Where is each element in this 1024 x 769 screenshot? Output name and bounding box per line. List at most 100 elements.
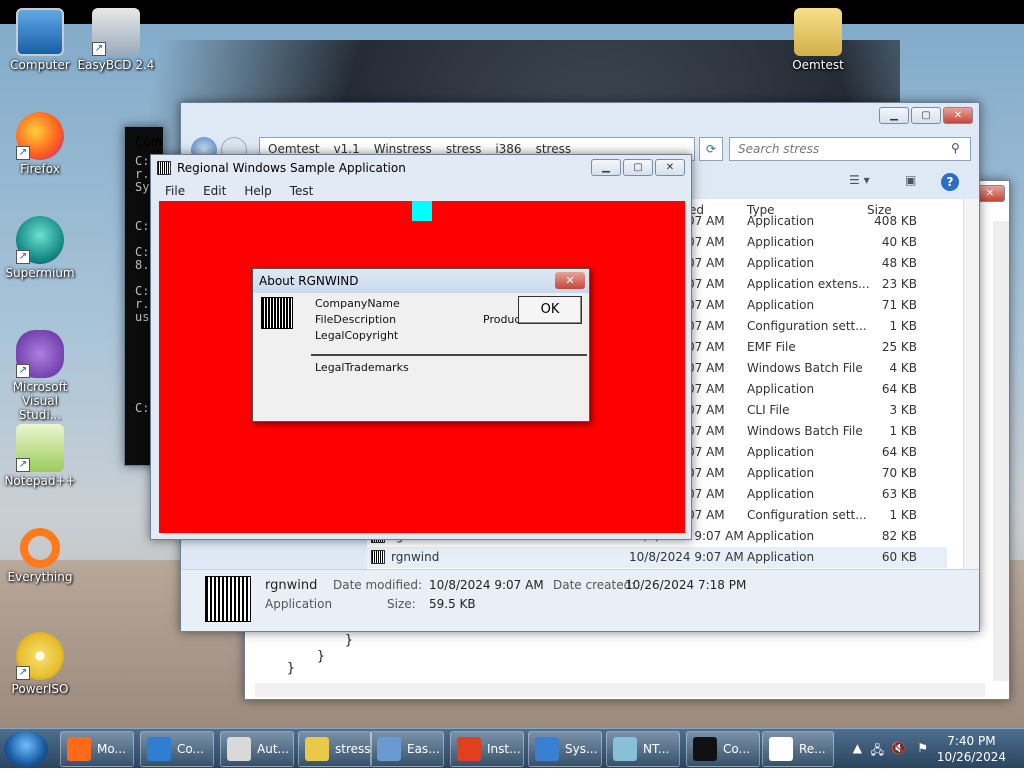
desktop-icon-label: EasyBCD 2.4	[77, 58, 155, 72]
file-type: CLI File	[747, 403, 790, 417]
taskbar-button-rgnwind[interactable]: Re...	[762, 731, 834, 767]
desktop-icon-visual-studio[interactable]: ↗ Microsoft Visual Studi...	[0, 330, 80, 422]
computer-icon	[16, 8, 64, 56]
shortcut-arrow-icon: ↗	[16, 364, 30, 378]
close-button[interactable]: ✕	[943, 107, 973, 124]
installer-icon	[457, 737, 481, 761]
menu-help[interactable]: Help	[244, 184, 271, 198]
taskbar-button-label: Sys...	[565, 742, 598, 756]
file-date: 07 AM	[687, 298, 725, 312]
taskbar-button-easybcd[interactable]: Eas...	[370, 731, 444, 767]
file-type: Application	[747, 382, 815, 396]
taskbar-button-console[interactable]: Co...	[686, 731, 760, 767]
desktop-icon-poweriso[interactable]: ↗ PowerISO	[0, 632, 80, 696]
ok-button[interactable]: OK	[518, 296, 582, 324]
code-brace: }	[345, 633, 353, 648]
desktop-icon-computer[interactable]: Computer	[0, 8, 80, 72]
taskbar: Mo... Co... Aut... stress Eas... Inst... Sys..…	[0, 728, 1024, 768]
desktop-icon-firefox[interactable]: ↗ Firefox	[0, 112, 80, 176]
desktop-icon-everything[interactable]: Everything	[0, 528, 80, 584]
volume-muted-icon[interactable]: 🔇	[891, 741, 906, 755]
search-icon: ⚲	[951, 141, 960, 155]
desktop-icon-easybcd[interactable]: ↗ EasyBCD 2.4	[76, 8, 156, 72]
rgnwind-icon	[769, 737, 793, 761]
taskbar-button-label: Co...	[177, 742, 204, 756]
maximize-button[interactable]: ▢	[911, 107, 941, 124]
taskbar-button-installer[interactable]: Inst...	[450, 731, 524, 767]
taskbar-button-label: Inst...	[487, 742, 521, 756]
system-icon	[535, 737, 559, 761]
file-type: Application	[747, 529, 815, 543]
barcode-icon	[205, 576, 251, 622]
desktop-icon-label: Everything	[7, 570, 73, 584]
file-type: Application	[747, 445, 815, 459]
console-line: us	[135, 310, 150, 324]
taskbar-button-label: stress	[335, 742, 371, 756]
menu-edit[interactable]: Edit	[203, 184, 226, 198]
file-date: 07 AM	[687, 277, 725, 291]
action-center-flag-icon[interactable]: ⚑	[917, 741, 928, 755]
desktop-icon-notepadpp[interactable]: ↗ Notepad++	[0, 424, 80, 488]
minimize-button[interactable]: ▁	[591, 159, 621, 176]
preview-pane-icon[interactable]: ▣	[905, 173, 916, 187]
vertical-scrollbar[interactable]	[963, 199, 979, 569]
vertical-scrollbar[interactable]	[993, 221, 1009, 681]
minimize-button[interactable]: ▁	[879, 107, 909, 124]
console-line: C:	[135, 219, 150, 233]
file-size: 23 KB	[881, 277, 917, 291]
file-type: Application extens...	[747, 277, 870, 291]
desktop-icon-oemtest[interactable]: Oemtest	[778, 8, 858, 72]
desktop-icon-label: Notepad++	[4, 474, 76, 488]
file-date: 07 AM	[687, 340, 725, 354]
taskbar-button-system[interactable]: Sys...	[528, 731, 602, 767]
details-size-label: Size:	[387, 597, 416, 611]
menu-file[interactable]: File	[165, 184, 185, 198]
menu-test[interactable]: Test	[290, 184, 314, 198]
refresh-icon[interactable]: ⟳	[699, 137, 723, 161]
details-created-value: 10/26/2024 7:18 PM	[625, 578, 747, 592]
desktop-icon-supermium[interactable]: ↗ Supermium	[0, 216, 80, 280]
details-file-kind: Application	[265, 597, 333, 611]
code-brace: }	[287, 661, 295, 676]
network-icon[interactable]: 🖧	[871, 741, 884, 762]
taskbar-button-firefox[interactable]: Mo...	[60, 731, 134, 767]
file-size: 64 KB	[881, 445, 917, 459]
file-date: 07 AM	[687, 235, 725, 249]
file-type: Application	[747, 235, 815, 249]
close-button[interactable]: ✕	[655, 159, 685, 176]
file-date: 07 AM	[687, 445, 725, 459]
close-button[interactable]: ✕	[555, 272, 585, 289]
desktop-icon-label: Oemtest	[792, 58, 844, 72]
taskbar-button-notepad[interactable]: NT...	[606, 731, 680, 767]
horizontal-scrollbar[interactable]	[255, 683, 985, 697]
clock[interactable]: 7:40 PM 10/26/2024	[937, 733, 1006, 765]
file-type: Configuration sett...	[747, 319, 867, 333]
file-size: 40 KB	[881, 235, 917, 249]
about-dialog[interactable]: About RGNWIND ✕ CompanyName FileDescript…	[252, 268, 590, 422]
help-icon[interactable]: ?	[941, 173, 959, 191]
maximize-button[interactable]: ▢	[623, 159, 653, 176]
divider	[311, 354, 587, 356]
start-button[interactable]	[4, 731, 48, 767]
taskbar-button-folder[interactable]: stress	[298, 731, 372, 767]
clock-time: 7:40 PM	[947, 734, 996, 748]
views-icon[interactable]: ☰ ▾	[849, 173, 870, 187]
console-line: Sy	[135, 180, 150, 194]
desktop-icon-label: Microsoft Visual Studi...	[12, 380, 68, 422]
show-hidden-icons-icon[interactable]: ▲	[853, 741, 862, 755]
file-type: Application	[747, 298, 815, 312]
taskbar-button-control-panel[interactable]: Co...	[140, 731, 214, 767]
file-size: 3 KB	[889, 403, 917, 417]
taskbar-button-automation[interactable]: Aut...	[220, 731, 294, 767]
shortcut-arrow-icon: ↗	[16, 458, 30, 472]
supermium-icon: ↗	[16, 216, 64, 264]
clock-date: 10/26/2024	[936, 750, 1006, 764]
file-date: 07 AM	[687, 424, 725, 438]
details-modified-label: Date modified:	[333, 578, 423, 592]
search-input[interactable]: Search stress	[729, 137, 971, 161]
file-row[interactable]: rgnwind 10/8/2024 9:07 AM Application 60 KB	[367, 547, 947, 568]
file-size: 1 KB	[889, 319, 917, 333]
